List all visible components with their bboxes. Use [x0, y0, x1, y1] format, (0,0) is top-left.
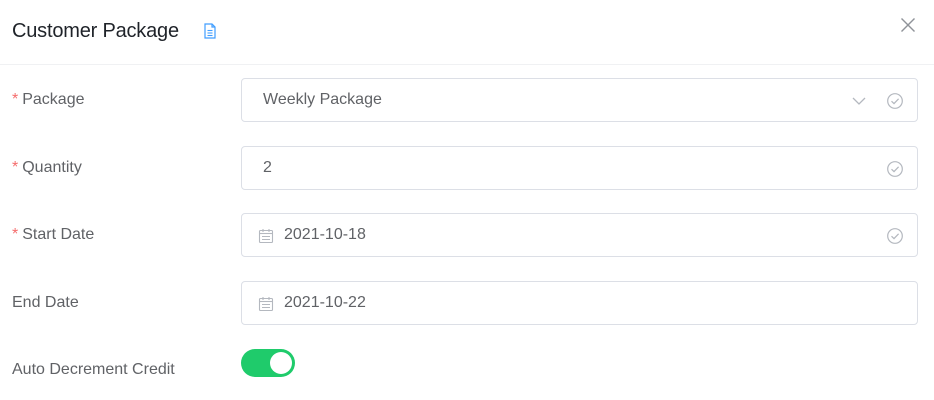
- auto-decrement-toggle[interactable]: [241, 349, 295, 377]
- check-circle-icon: [887, 228, 903, 244]
- calendar-icon: [258, 229, 274, 244]
- dialog-header: Customer Package: [0, 0, 934, 65]
- start-date-label: * Start Date: [12, 213, 94, 257]
- end-date-picker[interactable]: 2021-10-22: [241, 281, 918, 325]
- end-date-label: End Date: [12, 294, 79, 311]
- start-date-picker[interactable]: 2021-10-18: [241, 213, 918, 257]
- document-icon[interactable]: [203, 23, 217, 39]
- quantity-label: * Quantity: [12, 146, 82, 190]
- required-asterisk: *: [12, 226, 19, 243]
- end-date-value: 2021-10-22: [284, 294, 366, 311]
- check-circle-icon: [887, 93, 903, 109]
- toggle-knob: [270, 352, 292, 374]
- package-value: Weekly Package: [263, 91, 382, 108]
- dialog-title: Customer Package: [12, 20, 179, 42]
- quantity-label-text: Quantity: [22, 159, 82, 176]
- required-asterisk: *: [12, 91, 19, 108]
- quantity-input[interactable]: 2: [241, 146, 918, 190]
- start-date-label-text: Start Date: [22, 226, 95, 243]
- package-label: * Package: [12, 78, 85, 122]
- close-icon[interactable]: [898, 15, 918, 35]
- start-date-row: * Start Date 2021-10-18: [0, 213, 934, 257]
- start-date-value: 2021-10-18: [284, 226, 366, 243]
- package-select[interactable]: Weekly Package: [241, 78, 918, 122]
- package-row: * Package Weekly Package: [0, 78, 934, 122]
- chevron-down-icon[interactable]: [851, 93, 867, 109]
- check-circle-icon: [887, 161, 903, 177]
- end-date-row: End Date 2021-10-22: [0, 281, 934, 325]
- package-label-text: Package: [22, 91, 85, 108]
- quantity-value: 2: [263, 159, 272, 176]
- auto-decrement-label: Auto Decrement Credit: [12, 361, 175, 378]
- calendar-icon: [258, 297, 274, 312]
- required-asterisk: *: [12, 159, 19, 176]
- quantity-row: * Quantity 2: [0, 146, 934, 190]
